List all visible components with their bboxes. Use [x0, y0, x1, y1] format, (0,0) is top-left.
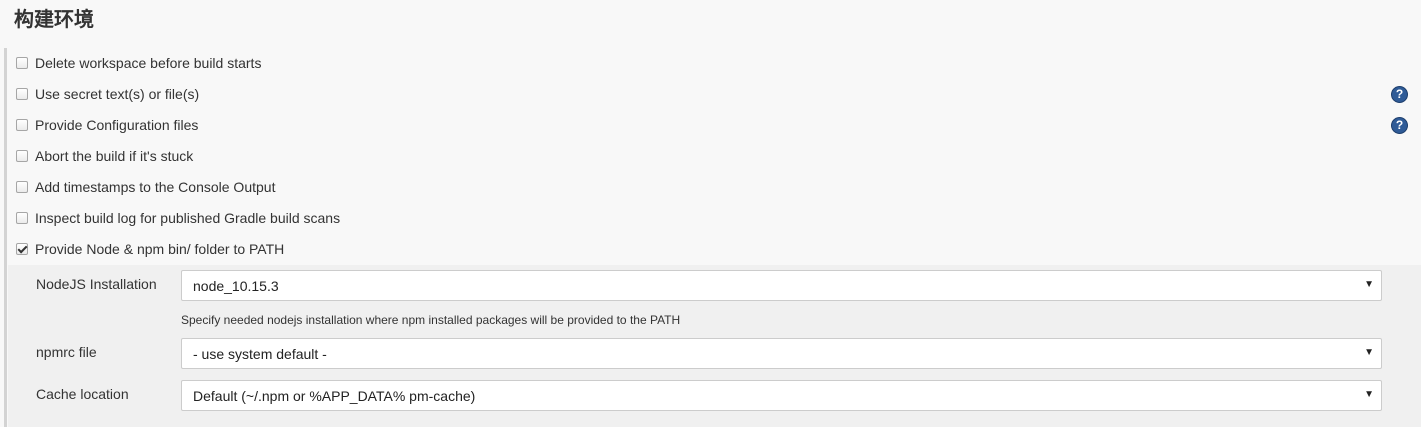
select-value: Default (~/.npm or %APP_DATA% pm-cache): [193, 388, 476, 404]
help-icon[interactable]: ?: [1391, 117, 1408, 134]
delete-workspace-checkbox[interactable]: [16, 57, 28, 69]
section-title: 构建环境: [14, 7, 94, 31]
npmrc-file-select[interactable]: - use system default - ▼: [181, 338, 1382, 369]
select-value: - use system default -: [193, 346, 327, 362]
section-left-bar: [4, 48, 7, 427]
option-label: Use secret text(s) or file(s): [35, 86, 200, 102]
help-icon[interactable]: ?: [1391, 86, 1408, 103]
option-label: Provide Configuration files: [35, 117, 199, 133]
node-npm-path-checkbox[interactable]: [16, 243, 28, 255]
option-gradle-scans[interactable]: Inspect build log for published Gradle b…: [14, 207, 340, 229]
option-label: Provide Node & npm bin/ folder to PATH: [35, 241, 285, 257]
option-label: Add timestamps to the Console Output: [35, 179, 276, 195]
nodejs-installation-label: NodeJS Installation: [36, 276, 157, 292]
option-timestamps[interactable]: Add timestamps to the Console Output: [14, 176, 275, 198]
option-secret-text[interactable]: Use secret text(s) or file(s): [14, 83, 199, 105]
option-label: Delete workspace before build starts: [35, 55, 262, 71]
option-node-npm-path[interactable]: Provide Node & npm bin/ folder to PATH: [14, 238, 284, 260]
npmrc-file-label: npmrc file: [36, 344, 97, 360]
option-label: Inspect build log for published Gradle b…: [35, 210, 341, 226]
select-value: node_10.15.3: [193, 278, 279, 294]
dropdown-arrow-icon: ▼: [1364, 347, 1374, 358]
abort-stuck-checkbox[interactable]: [16, 150, 28, 162]
option-configuration-files[interactable]: Provide Configuration files: [14, 114, 198, 136]
option-label: Abort the build if it's stuck: [35, 148, 194, 164]
timestamps-checkbox[interactable]: [16, 181, 28, 193]
cache-location-label: Cache location: [36, 386, 129, 402]
option-delete-workspace[interactable]: Delete workspace before build starts: [14, 52, 261, 74]
configuration-files-checkbox[interactable]: [16, 119, 28, 131]
gradle-scans-checkbox[interactable]: [16, 212, 28, 224]
build-environment-page: 构建环境 Delete workspace before build start…: [0, 0, 1421, 427]
option-abort-stuck[interactable]: Abort the build if it's stuck: [14, 145, 193, 167]
cache-location-select[interactable]: Default (~/.npm or %APP_DATA% pm-cache) …: [181, 380, 1382, 411]
nodejs-installation-hint: Specify needed nodejs installation where…: [181, 313, 681, 327]
secret-text-checkbox[interactable]: [16, 88, 28, 100]
dropdown-arrow-icon: ▼: [1364, 279, 1374, 290]
dropdown-arrow-icon: ▼: [1364, 389, 1374, 400]
nodejs-installation-select[interactable]: node_10.15.3 ▼: [181, 270, 1382, 301]
